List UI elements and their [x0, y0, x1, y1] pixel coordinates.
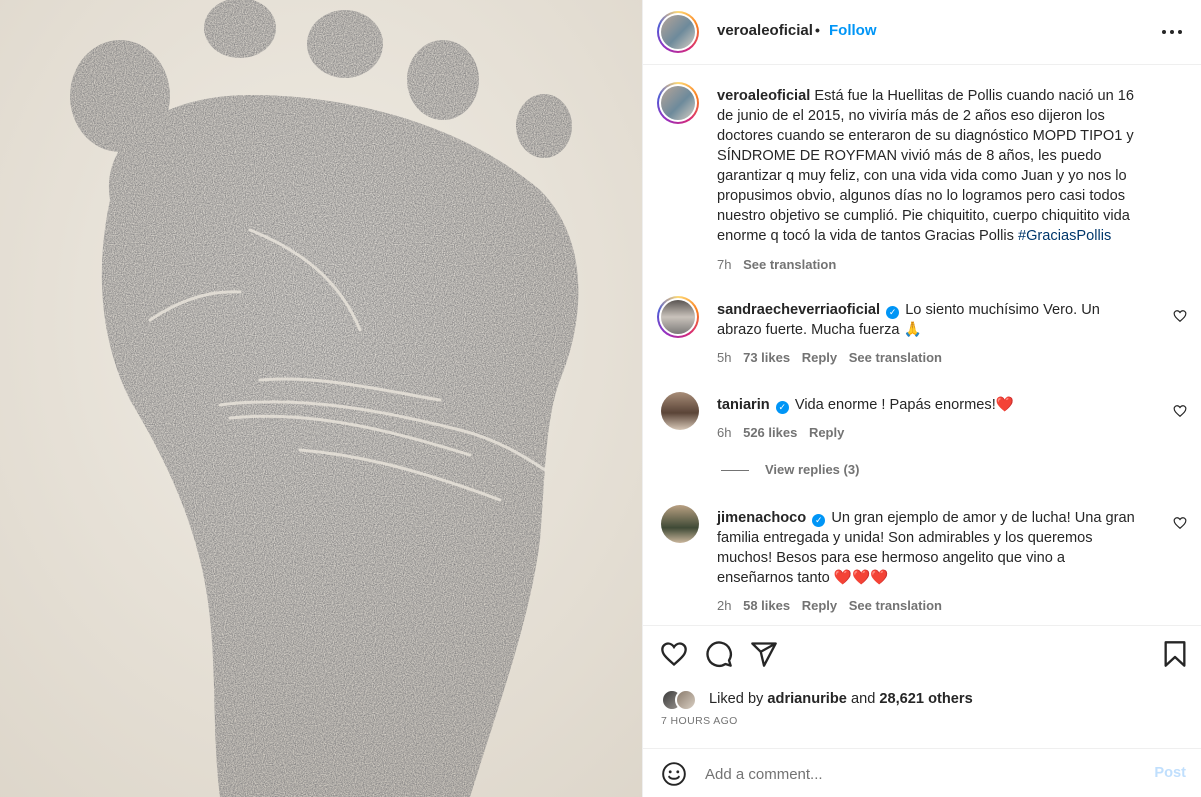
pray-emoji: 🙏	[903, 322, 922, 338]
heart-emoji: ❤️❤️❤️	[833, 570, 889, 586]
likes-middle: and	[850, 691, 876, 707]
caption-text: Está fue la Huellitas de Pollis cuando n…	[717, 88, 1135, 244]
likes-text: Liked by adrianuribe and 28,621 others	[709, 691, 973, 707]
post-comment-button[interactable]: Post	[1154, 765, 1186, 781]
caption-meta: 7h See translation	[717, 257, 844, 272]
more-horizontal-icon[interactable]	[1160, 22, 1184, 42]
verified-icon: ✓	[886, 306, 900, 319]
separator-dot: •	[815, 22, 820, 38]
footprint-illustration	[0, 0, 642, 797]
comment-see-translation[interactable]: See translation	[849, 350, 942, 365]
verified-icon: ✓	[775, 401, 789, 414]
caption-avatar[interactable]	[657, 82, 699, 124]
post-time-ago[interactable]: 7 HOURS AGO	[661, 715, 738, 727]
comment-like-heart-icon[interactable]	[1173, 309, 1187, 323]
caption-see-translation[interactable]: See translation	[743, 257, 836, 272]
comment-meta: 2h 58 likes Reply See translation	[717, 598, 950, 613]
view-replies-line	[721, 470, 749, 472]
emoji-icon[interactable]	[661, 761, 687, 787]
comment-avatar[interactable]	[657, 296, 699, 338]
comment-reply-button[interactable]: Reply	[802, 350, 837, 365]
comment-meta: 5h 73 likes Reply See translation	[717, 350, 950, 365]
comment-time[interactable]: 5h	[717, 350, 731, 365]
comment-likes[interactable]: 73 likes	[743, 350, 790, 365]
comment-icon[interactable]	[705, 640, 733, 668]
view-replies-label: View replies (3)	[765, 462, 860, 477]
comment-like-heart-icon[interactable]	[1173, 516, 1187, 530]
comment-meta: 6h 526 likes Reply	[717, 425, 852, 440]
comment-username[interactable]: taniarin	[717, 397, 770, 413]
caption-hashtag[interactable]: #GraciasPollis	[1018, 228, 1111, 244]
comment-see-translation[interactable]: See translation	[849, 598, 942, 613]
comment-input[interactable]	[705, 762, 1125, 786]
caption-time[interactable]: 7h	[717, 257, 731, 272]
add-comment-bar: Post	[643, 748, 1201, 797]
comment-body: jimenachoco ✓ Un gran ejemplo de amor y …	[717, 508, 1137, 588]
bookmark-icon[interactable]	[1161, 640, 1189, 668]
comment-reply-button[interactable]: Reply	[809, 425, 844, 440]
comment-avatar[interactable]	[661, 505, 699, 543]
comment-body: sandraecheverriaoficial ✓ Lo siento much…	[717, 300, 1137, 340]
likes-user[interactable]: adrianuribe	[767, 691, 846, 707]
follow-button[interactable]: Follow	[829, 22, 877, 39]
comment-like-heart-icon[interactable]	[1173, 404, 1187, 418]
comment-body: taniarin ✓ Vida enorme ! Papás enormes!❤…	[717, 395, 1137, 415]
comment-likes[interactable]: 526 likes	[743, 425, 797, 440]
comment-likes[interactable]: 58 likes	[743, 598, 790, 613]
view-replies-button[interactable]: View replies (3)	[721, 462, 859, 477]
comment-time[interactable]: 6h	[717, 425, 731, 440]
author-avatar[interactable]	[657, 11, 699, 53]
post-sidebar: veroaleoficial • Follow veroaleoficial E…	[642, 0, 1201, 797]
verified-icon: ✓	[812, 514, 826, 527]
post-image	[0, 0, 642, 797]
share-icon[interactable]	[750, 640, 778, 668]
likes-prefix: Liked by	[709, 691, 764, 707]
comment-text: Vida enorme ! Papás enormes!	[794, 397, 996, 413]
comment-username[interactable]: sandraecheverriaoficial	[717, 302, 880, 318]
action-bar	[643, 625, 1201, 683]
author-username[interactable]: veroaleoficial	[717, 22, 813, 39]
likes-count[interactable]: 28,621 others	[879, 691, 972, 707]
comment-username[interactable]: jimenachoco	[717, 510, 806, 526]
heart-emoji: ❤️	[995, 397, 1014, 413]
caption-username[interactable]: veroaleoficial	[717, 88, 810, 104]
comment-reply-button[interactable]: Reply	[802, 598, 837, 613]
comment-time[interactable]: 2h	[717, 598, 731, 613]
likers-avatars[interactable]	[661, 689, 701, 711]
comment-avatar[interactable]	[661, 392, 699, 430]
heart-icon[interactable]	[660, 640, 688, 668]
post-header: veroaleoficial • Follow	[643, 0, 1201, 65]
post-caption: veroaleoficial Está fue la Huellitas de …	[717, 86, 1137, 246]
